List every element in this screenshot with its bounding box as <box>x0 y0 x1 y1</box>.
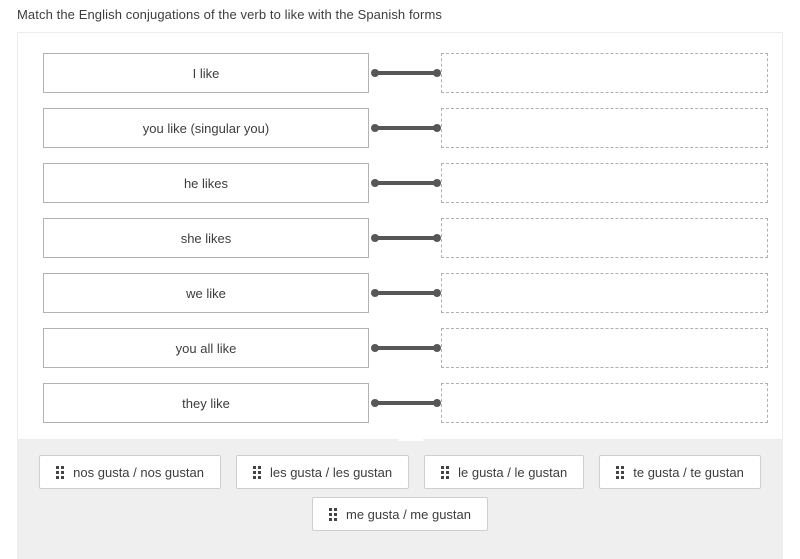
connector-right-knob-icon <box>433 344 441 352</box>
term-label: I like <box>192 65 220 81</box>
drop-zone[interactable] <box>441 218 768 258</box>
answer-bank-row: me gusta / me gustan <box>17 497 783 531</box>
match-row: they like <box>18 383 784 423</box>
term-box[interactable]: he likes <box>43 163 369 203</box>
exercise-prompt: Match the English conjugations of the ve… <box>17 7 442 22</box>
drop-zone[interactable] <box>441 53 768 93</box>
connector-bar-icon <box>375 181 437 185</box>
drop-zone[interactable] <box>441 163 768 203</box>
match-row: he likes <box>18 163 784 203</box>
answer-bank-tray: nos gusta / nos gustan les gusta / les g… <box>17 429 783 559</box>
connector-bar-icon <box>375 291 437 295</box>
connector-bar-icon <box>375 236 437 240</box>
match-row-list: I like you like (singular you) he likes … <box>18 33 784 438</box>
answer-bank-list: nos gusta / nos gustan les gusta / les g… <box>17 455 783 539</box>
match-row: you all like <box>18 328 784 368</box>
answer-bank-row: nos gusta / nos gustan les gusta / les g… <box>17 455 783 489</box>
term-box[interactable]: you like (singular you) <box>43 108 369 148</box>
match-connector-icon <box>371 234 441 242</box>
answer-chip[interactable]: le gusta / le gustan <box>424 455 585 489</box>
term-box[interactable]: I like <box>43 53 369 93</box>
answer-chip-label: me gusta / me gustan <box>345 506 471 522</box>
drag-handle-icon[interactable] <box>328 507 337 521</box>
connector-right-knob-icon <box>433 179 441 187</box>
connector-bar-icon <box>375 71 437 75</box>
connector-right-knob-icon <box>433 399 441 407</box>
match-connector-icon <box>371 124 441 132</box>
tray-notch-icon <box>397 429 425 441</box>
connector-right-knob-icon <box>433 234 441 242</box>
term-label: you like (singular you) <box>142 120 270 136</box>
connector-bar-icon <box>375 126 437 130</box>
term-box[interactable]: they like <box>43 383 369 423</box>
drag-handle-icon[interactable] <box>441 465 450 479</box>
match-row: I like <box>18 53 784 93</box>
term-label: she likes <box>180 230 232 246</box>
answer-chip-label: les gusta / les gustan <box>269 464 393 480</box>
match-row: you like (singular you) <box>18 108 784 148</box>
match-connector-icon <box>371 399 441 407</box>
term-label: we like <box>186 285 226 301</box>
answer-chip[interactable]: me gusta / me gustan <box>311 497 488 531</box>
matching-exercise: Match the English conjugations of the ve… <box>0 0 800 559</box>
match-row: we like <box>18 273 784 313</box>
answer-chip-label: nos gusta / nos gustan <box>73 464 204 480</box>
term-label: they like <box>182 395 230 411</box>
match-row: she likes <box>18 218 784 258</box>
answer-chip-label: le gusta / le gustan <box>458 464 568 480</box>
answer-chip[interactable]: les gusta / les gustan <box>235 455 410 489</box>
drop-zone[interactable] <box>441 273 768 313</box>
answer-chip-label: te gusta / te gustan <box>633 464 744 480</box>
match-connector-icon <box>371 179 441 187</box>
matching-panel: I like you like (singular you) he likes … <box>17 32 783 440</box>
drag-handle-icon[interactable] <box>56 465 65 479</box>
connector-right-knob-icon <box>433 69 441 77</box>
term-label: you all like <box>175 340 237 356</box>
drag-handle-icon[interactable] <box>252 465 261 479</box>
answer-chip[interactable]: nos gusta / nos gustan <box>39 455 221 489</box>
match-connector-icon <box>371 289 441 297</box>
drop-zone[interactable] <box>441 328 768 368</box>
match-connector-icon <box>371 69 441 77</box>
connector-right-knob-icon <box>433 124 441 132</box>
connector-bar-icon <box>375 346 437 350</box>
drag-handle-icon[interactable] <box>616 465 625 479</box>
connector-bar-icon <box>375 401 437 405</box>
term-box[interactable]: we like <box>43 273 369 313</box>
term-box[interactable]: you all like <box>43 328 369 368</box>
term-label: he likes <box>183 175 229 191</box>
connector-right-knob-icon <box>433 289 441 297</box>
match-connector-icon <box>371 344 441 352</box>
drop-zone[interactable] <box>441 383 768 423</box>
term-box[interactable]: she likes <box>43 218 369 258</box>
drop-zone[interactable] <box>441 108 768 148</box>
answer-chip[interactable]: te gusta / te gustan <box>599 455 761 489</box>
